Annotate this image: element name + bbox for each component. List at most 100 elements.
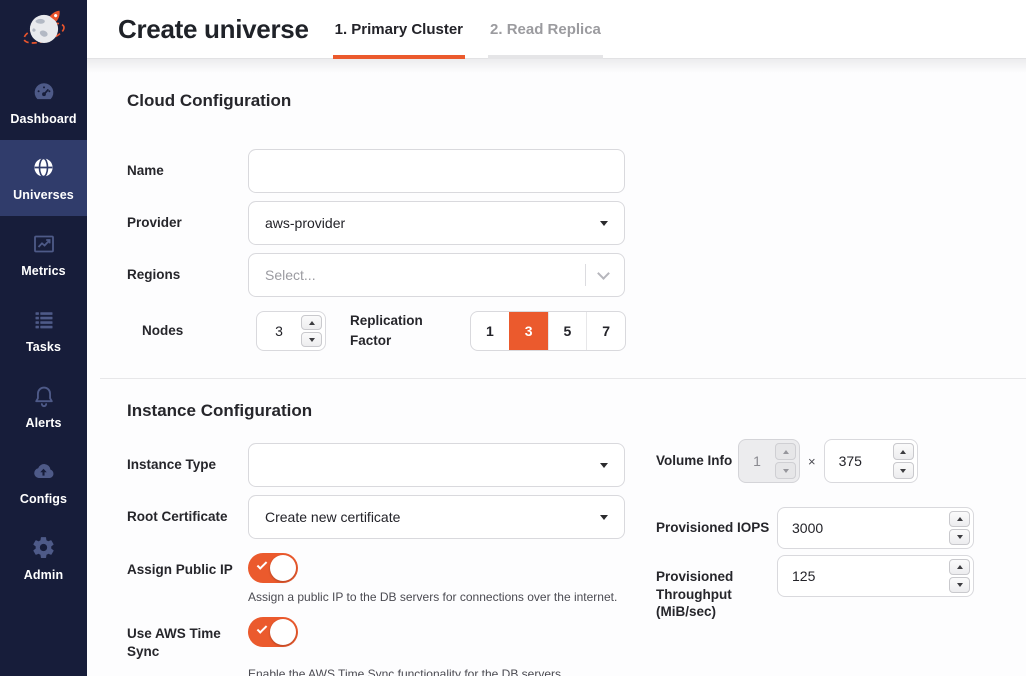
page-title: Create universe	[118, 14, 309, 45]
sidebar-item-label: Metrics	[21, 264, 65, 278]
provisioned-throughput-stepper[interactable]: 125	[777, 555, 974, 597]
provider-select[interactable]: aws-provider	[248, 201, 625, 245]
toggle-knob	[270, 555, 296, 581]
volume-info-row: Volume Info 1 × 375	[656, 439, 974, 483]
page-header: Create universe 1. Primary Cluster 2. Re…	[87, 0, 1026, 59]
tab-primary-cluster[interactable]: 1. Primary Cluster	[333, 0, 465, 58]
arrow-up-icon	[900, 450, 906, 454]
tab-read-replica[interactable]: 2. Read Replica	[488, 0, 603, 58]
arrow-down-icon	[900, 469, 906, 473]
check-icon	[257, 623, 268, 634]
nodes-stepper[interactable]: 3	[256, 311, 326, 351]
provisioned-iops-label: Provisioned IOPS	[656, 519, 777, 537]
assign-public-ip-toggle[interactable]	[248, 553, 298, 583]
name-row: Name	[127, 149, 1026, 193]
nodes-decrement-button[interactable]	[301, 332, 322, 347]
inactive-tab-underline	[488, 55, 603, 59]
replication-option-7[interactable]: 7	[586, 312, 625, 350]
sidebar-item-tasks[interactable]: Tasks	[0, 292, 87, 368]
sidebar-item-dashboard[interactable]: Dashboard	[0, 64, 87, 140]
sidebar-item-label: Tasks	[26, 340, 61, 354]
nodes-label: Nodes	[127, 322, 248, 340]
sidebar-item-configs[interactable]: Configs	[0, 444, 87, 520]
sidebar-item-label: Universes	[13, 188, 74, 202]
replication-option-3[interactable]: 3	[509, 312, 548, 350]
rocket-globe-logo-icon	[20, 6, 68, 59]
active-tab-underline	[333, 55, 465, 59]
instance-type-select[interactable]	[248, 443, 625, 487]
dashboard-gauge-icon	[31, 79, 57, 105]
volume-count-decrement-button	[775, 462, 796, 479]
aws-time-sync-help-text: Enable the AWS Time Sync functionality f…	[248, 667, 625, 676]
provisioned-iops-stepper[interactable]: 3000	[777, 507, 974, 549]
nodes-increment-button[interactable]	[301, 315, 322, 330]
sidebar: Dashboard Universes Metrics	[0, 0, 87, 676]
sidebar-item-metrics[interactable]: Metrics	[0, 216, 87, 292]
provisioned-iops-row: Provisioned IOPS 3000	[656, 507, 974, 549]
bell-icon	[31, 383, 57, 409]
volume-size-decrement-button[interactable]	[893, 462, 914, 479]
iops-decrement-button[interactable]	[949, 529, 970, 545]
instance-type-row: Instance Type	[127, 443, 625, 487]
replication-factor-label: Replication Factor	[350, 311, 446, 351]
aws-time-sync-label: Use AWS Time Sync	[127, 617, 248, 660]
sidebar-item-label: Admin	[24, 568, 63, 582]
instance-type-label: Instance Type	[127, 456, 248, 474]
multiply-symbol: ×	[808, 454, 816, 469]
aws-time-sync-row: Use AWS Time Sync	[127, 617, 625, 660]
arrow-up-icon	[309, 321, 315, 325]
throughput-decrement-button[interactable]	[949, 577, 970, 593]
arrow-down-icon	[957, 535, 963, 539]
provider-selected-value: aws-provider	[265, 215, 345, 231]
gear-icon	[31, 535, 56, 561]
create-universe-form: Cloud Configuration Name Provider aws-pr…	[87, 59, 1026, 676]
replication-option-5[interactable]: 5	[548, 312, 587, 350]
arrow-up-icon	[783, 450, 789, 454]
volume-count-increment-button	[775, 443, 796, 460]
assign-public-ip-help-text: Assign a public IP to the DB servers for…	[248, 590, 625, 604]
nodes-row: Nodes 3 Replication Factor 1 3 5 7	[127, 311, 1026, 351]
volume-size-stepper[interactable]: 375	[824, 439, 918, 483]
arrow-up-icon	[957, 517, 963, 521]
toggle-knob	[270, 619, 296, 645]
sidebar-item-universes[interactable]: Universes	[0, 140, 87, 216]
root-certificate-select[interactable]: Create new certificate	[248, 495, 625, 539]
arrow-down-icon	[783, 469, 789, 473]
aws-time-sync-toggle[interactable]	[248, 617, 298, 647]
provisioned-throughput-row: Provisioned Throughput (MiB/sec) 125	[656, 555, 974, 621]
volume-size-increment-button[interactable]	[893, 443, 914, 460]
throughput-increment-button[interactable]	[949, 559, 970, 575]
tab-label: 2. Read Replica	[490, 21, 601, 38]
app-logo[interactable]	[0, 0, 87, 64]
app-window: Dashboard Universes Metrics	[0, 0, 1026, 676]
root-certificate-selected-value: Create new certificate	[265, 509, 400, 525]
sidebar-item-admin[interactable]: Admin	[0, 520, 87, 596]
cloud-configuration-heading: Cloud Configuration	[127, 91, 1026, 111]
cloud-upload-icon	[30, 459, 57, 485]
chart-icon	[32, 231, 56, 257]
regions-label: Regions	[127, 266, 248, 284]
regions-row: Regions Select...	[127, 253, 1026, 297]
root-certificate-row: Root Certificate Create new certificate	[127, 495, 625, 539]
instance-configuration-heading: Instance Configuration	[127, 401, 1026, 421]
iops-increment-button[interactable]	[949, 511, 970, 527]
root-certificate-label: Root Certificate	[127, 508, 248, 526]
universe-name-input[interactable]	[248, 149, 625, 193]
arrow-up-icon	[957, 565, 963, 569]
volume-size-value: 375	[825, 453, 862, 469]
arrow-down-icon	[309, 338, 315, 342]
replication-factor-group: 1 3 5 7	[470, 311, 626, 351]
provisioned-iops-value: 3000	[778, 520, 823, 536]
regions-multiselect[interactable]: Select...	[248, 253, 625, 297]
provider-label: Provider	[127, 214, 248, 232]
sidebar-item-label: Configs	[20, 492, 67, 506]
assign-public-ip-label: Assign Public IP	[127, 553, 248, 579]
tab-label: 1. Primary Cluster	[335, 21, 463, 38]
assign-public-ip-row: Assign Public IP	[127, 553, 625, 583]
provisioned-throughput-label: Provisioned Throughput (MiB/sec)	[656, 555, 777, 621]
globe-icon	[32, 155, 55, 181]
replication-option-1[interactable]: 1	[471, 312, 509, 350]
sidebar-item-alerts[interactable]: Alerts	[0, 368, 87, 444]
chevron-down-icon	[600, 221, 608, 226]
chevron-down-icon	[597, 267, 610, 280]
